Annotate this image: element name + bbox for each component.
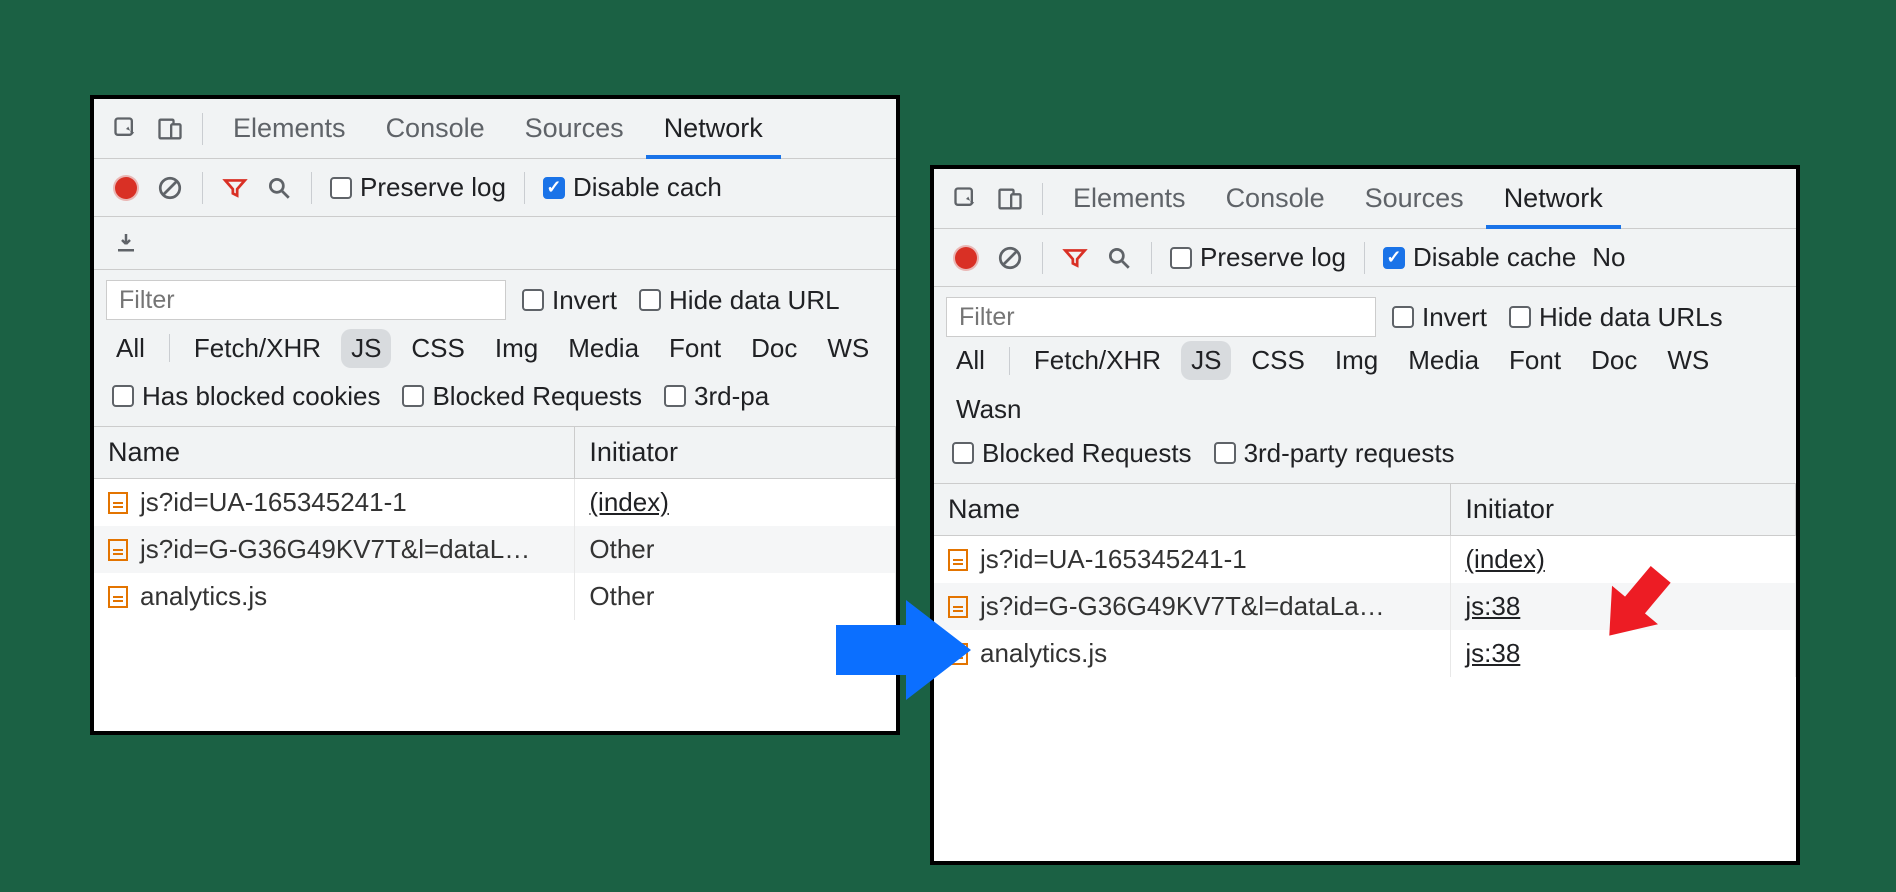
js-file-icon <box>948 643 968 665</box>
disable-cache-checkbox[interactable]: ✓Disable cache <box>1377 242 1582 273</box>
initiator-link[interactable]: js:38 <box>1465 638 1520 668</box>
js-file-icon <box>108 539 128 561</box>
initiator-link[interactable]: js:38 <box>1465 591 1520 621</box>
js-file-icon <box>108 586 128 608</box>
preserve-log-label: Preserve log <box>360 172 506 203</box>
filter-toggle-icon[interactable] <box>215 168 255 208</box>
type-img[interactable]: Img <box>485 329 548 368</box>
type-font[interactable]: Font <box>659 329 731 368</box>
type-css[interactable]: CSS <box>1241 341 1314 380</box>
type-wasm[interactable]: Wasn <box>946 390 1032 429</box>
js-file-icon <box>108 492 128 514</box>
hide-data-urls-checkbox[interactable]: Hide data URL <box>633 285 846 316</box>
type-font[interactable]: Font <box>1499 341 1571 380</box>
type-js[interactable]: JS <box>341 329 391 368</box>
type-media[interactable]: Media <box>1398 341 1489 380</box>
table-row[interactable]: analytics.js Other <box>94 573 896 620</box>
tab-elements[interactable]: Elements <box>215 99 364 159</box>
search-icon[interactable] <box>259 168 299 208</box>
type-img[interactable]: Img <box>1325 341 1388 380</box>
col-initiator-header[interactable]: Initiator <box>575 427 896 479</box>
network-toolbar: Preserve log ✓Disable cache No <box>934 229 1796 287</box>
col-initiator-header[interactable]: Initiator <box>1451 484 1796 536</box>
initiator-text: Other <box>589 581 654 611</box>
initiator-link[interactable]: (index) <box>1465 544 1544 574</box>
tab-console[interactable]: Console <box>368 99 503 159</box>
type-all[interactable]: All <box>946 341 995 380</box>
table-row[interactable]: js?id=UA-165345241-1 (index) <box>94 479 896 527</box>
type-fetch[interactable]: Fetch/XHR <box>1024 341 1171 380</box>
network-toolbar-row2 <box>94 217 896 270</box>
blocked-requests-checkbox[interactable]: Blocked Requests <box>946 438 1198 469</box>
initiator-link[interactable]: (index) <box>589 487 668 517</box>
inspect-element-icon[interactable] <box>106 109 146 149</box>
table-row[interactable]: js?id=G-G36G49KV7T&l=dataLa… js:38 <box>934 583 1796 630</box>
tab-console[interactable]: Console <box>1208 169 1343 229</box>
table-row[interactable]: js?id=UA-165345241-1 (index) <box>934 536 1796 584</box>
blocked-cookies-checkbox[interactable]: Has blocked cookies <box>106 381 386 412</box>
filter-input[interactable] <box>106 280 506 320</box>
third-party-checkbox[interactable]: 3rd-party requests <box>1208 438 1461 469</box>
third-party-checkbox[interactable]: 3rd-pa <box>658 381 775 412</box>
disable-cache-checkbox[interactable]: ✓Disable cach <box>537 172 728 203</box>
devtools-panel-after: Elements Console Sources Network Preserv… <box>930 165 1800 865</box>
devtools-panel-before: Elements Console Sources Network Preserv… <box>90 95 900 735</box>
divider <box>202 172 203 204</box>
invert-checkbox[interactable]: Invert <box>516 285 623 316</box>
divider <box>1042 242 1043 274</box>
table-row[interactable]: js?id=G-G36G49KV7T&l=dataL… Other <box>94 526 896 573</box>
device-toggle-icon[interactable] <box>150 109 190 149</box>
divider <box>311 172 312 204</box>
preserve-log-checkbox[interactable]: Preserve log <box>324 172 512 203</box>
tab-network[interactable]: Network <box>646 99 781 159</box>
filter-bar: Invert Hide data URL All Fetch/XHR JS CS… <box>94 270 896 427</box>
tab-sources[interactable]: Sources <box>507 99 642 159</box>
record-button[interactable] <box>106 168 146 208</box>
divider <box>1364 242 1365 274</box>
preserve-log-checkbox[interactable]: Preserve log <box>1164 242 1352 273</box>
tab-elements[interactable]: Elements <box>1055 169 1204 229</box>
requests-table: Name Initiator js?id=UA-165345241-1 (ind… <box>934 484 1796 677</box>
initiator-text: Other <box>589 534 654 564</box>
download-har-icon[interactable] <box>106 223 146 263</box>
divider <box>1042 183 1043 215</box>
truncated-label: No <box>1586 242 1625 273</box>
divider <box>524 172 525 204</box>
tab-network[interactable]: Network <box>1486 169 1621 229</box>
filter-bar: Invert Hide data URLs All Fetch/XHR JS C… <box>934 287 1796 484</box>
inspect-element-icon[interactable] <box>946 179 986 219</box>
filter-toggle-icon[interactable] <box>1055 238 1095 278</box>
type-doc[interactable]: Doc <box>1581 341 1647 380</box>
record-button[interactable] <box>946 238 986 278</box>
type-js[interactable]: JS <box>1181 341 1231 380</box>
type-ws[interactable]: WS <box>817 329 879 368</box>
main-tabbar: Elements Console Sources Network <box>94 99 896 159</box>
table-row[interactable]: analytics.js js:38 <box>934 630 1796 677</box>
network-toolbar: Preserve log ✓Disable cach <box>94 159 896 217</box>
requests-table: Name Initiator js?id=UA-165345241-1 (ind… <box>94 427 896 620</box>
filter-input[interactable] <box>946 297 1376 337</box>
disable-cache-label: Disable cach <box>573 172 722 203</box>
col-name-header[interactable]: Name <box>94 427 575 479</box>
type-ws[interactable]: WS <box>1657 341 1719 380</box>
type-all[interactable]: All <box>106 329 155 368</box>
type-css[interactable]: CSS <box>401 329 474 368</box>
search-icon[interactable] <box>1099 238 1139 278</box>
hide-data-urls-checkbox[interactable]: Hide data URLs <box>1503 302 1729 333</box>
js-file-icon <box>948 549 968 571</box>
divider <box>1151 242 1152 274</box>
main-tabbar: Elements Console Sources Network <box>934 169 1796 229</box>
invert-checkbox[interactable]: Invert <box>1386 302 1493 333</box>
blocked-requests-checkbox[interactable]: Blocked Requests <box>396 381 648 412</box>
js-file-icon <box>948 596 968 618</box>
type-doc[interactable]: Doc <box>741 329 807 368</box>
divider <box>202 113 203 145</box>
type-fetch[interactable]: Fetch/XHR <box>184 329 331 368</box>
device-toggle-icon[interactable] <box>990 179 1030 219</box>
clear-icon[interactable] <box>150 168 190 208</box>
col-name-header[interactable]: Name <box>934 484 1451 536</box>
clear-icon[interactable] <box>990 238 1030 278</box>
type-media[interactable]: Media <box>558 329 649 368</box>
tab-sources[interactable]: Sources <box>1347 169 1482 229</box>
